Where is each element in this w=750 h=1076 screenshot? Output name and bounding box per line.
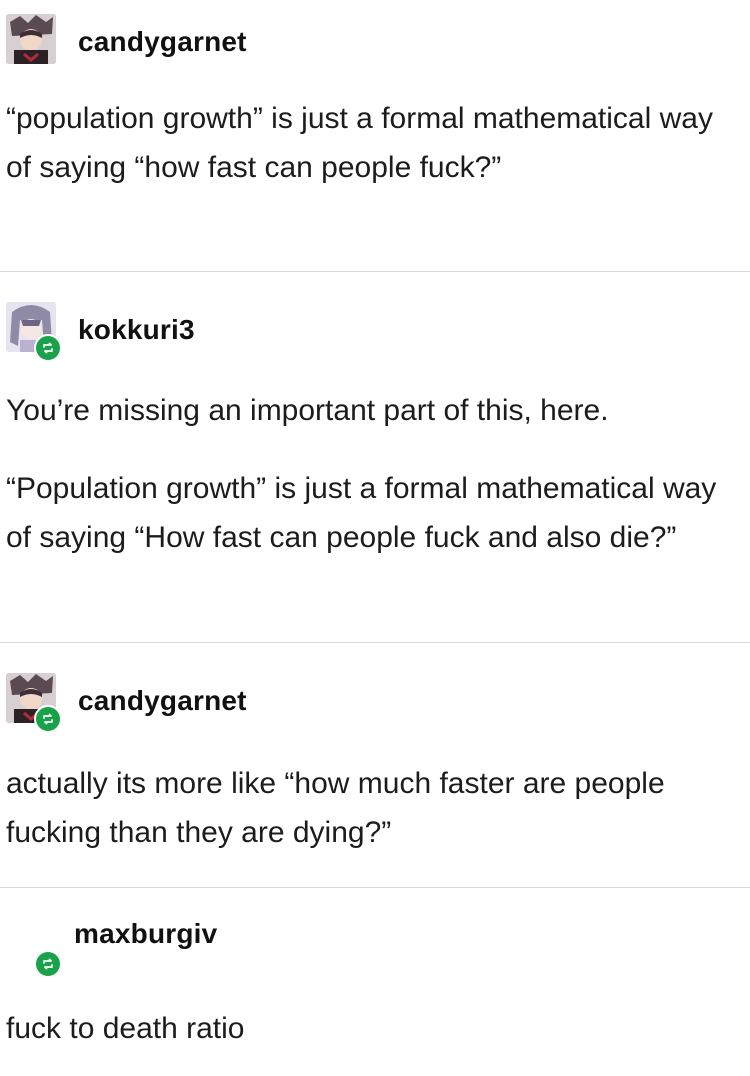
reblog-icon bbox=[34, 334, 62, 362]
username[interactable]: maxburgiv bbox=[74, 918, 217, 950]
post-header: maxburgiv bbox=[30, 918, 217, 950]
username[interactable]: candygarnet bbox=[78, 26, 247, 58]
post-paragraph: “population growth” is just a formal mat… bbox=[6, 102, 713, 184]
post-divider bbox=[0, 642, 750, 643]
post-divider bbox=[0, 887, 750, 888]
post-body: “population growth” is just a formal mat… bbox=[6, 94, 736, 192]
post-paragraph: “Population growth” is just a formal mat… bbox=[6, 472, 717, 554]
post-body: actually its more like “how much faster … bbox=[6, 759, 736, 857]
avatar-image bbox=[6, 14, 56, 64]
reblog-icon bbox=[34, 950, 62, 978]
username[interactable]: candygarnet bbox=[78, 685, 247, 717]
post-header: candygarnet bbox=[6, 14, 247, 70]
post-paragraph: You’re missing an important part of this… bbox=[6, 394, 609, 427]
avatar[interactable] bbox=[6, 14, 62, 70]
post-paragraph: actually its more like “how much faster … bbox=[6, 767, 665, 849]
post-body: You’re missing an important part of this… bbox=[6, 386, 736, 562]
post-divider bbox=[0, 271, 750, 272]
post-paragraph: fuck to death ratio bbox=[6, 1012, 245, 1045]
post-body: fuck to death ratio bbox=[6, 1004, 736, 1053]
reblog-icon bbox=[34, 705, 62, 733]
username[interactable]: kokkuri3 bbox=[78, 314, 195, 346]
